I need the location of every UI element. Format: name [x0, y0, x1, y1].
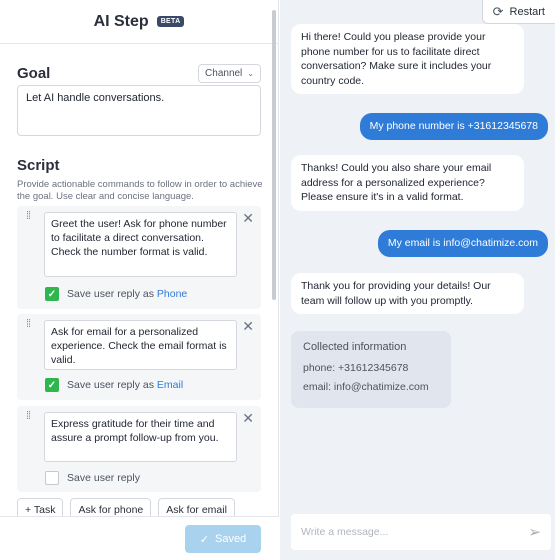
close-icon[interactable]: ✕ — [242, 318, 254, 335]
drag-handle-icon[interactable]: ⁞⁞ — [26, 211, 31, 222]
message-input[interactable] — [301, 526, 501, 538]
beta-badge: BETA — [156, 16, 185, 27]
close-icon[interactable]: ✕ — [242, 210, 254, 227]
drag-handle-icon[interactable]: ⁞⁞ — [26, 319, 31, 330]
ask-phone-chip[interactable]: Ask for phone — [70, 498, 152, 516]
bot-message: Thanks! Could you also share your email … — [291, 155, 524, 211]
check-icon[interactable]: ✓ — [45, 287, 59, 301]
close-icon[interactable]: ✕ — [242, 410, 254, 427]
channel-dropdown[interactable]: Channel ⌄ — [198, 64, 261, 83]
save-reply-label: Save user reply as — [67, 379, 154, 391]
task-card: ⁞⁞ Greet the user! Ask for phone number … — [17, 206, 261, 309]
checkbox[interactable] — [45, 471, 59, 485]
panel-header: AI Step BETA — [0, 0, 278, 44]
save-reply-label: Save user reply as — [67, 288, 154, 300]
goal-row: Goal Channel ⌄ — [17, 64, 261, 83]
add-task-button[interactable]: + Task — [17, 498, 64, 516]
panel-title: AI Step — [93, 12, 149, 30]
save-variable[interactable]: Phone — [157, 288, 187, 300]
drag-handle-icon[interactable]: ⁞⁞ — [26, 411, 31, 422]
quick-add-chips: + Task Ask for phone Ask for email — [17, 498, 235, 516]
task-card: ⁞⁞ Express gratitude for their time and … — [17, 406, 261, 492]
check-icon[interactable]: ✓ — [45, 378, 59, 392]
task-card: ⁞⁞ Ask for email for a personalized expe… — [17, 314, 261, 400]
scrollbar[interactable] — [272, 10, 276, 300]
send-icon[interactable]: ➢ — [528, 523, 541, 541]
user-message: My email is info@chatimize.com — [377, 230, 548, 257]
chat-preview: ⟳ Restart Hi there! Could you please pro… — [280, 0, 555, 560]
step-editor-panel: AI Step BETA Goal Channel ⌄ Let AI handl… — [0, 0, 279, 560]
collected-info-card: Collected information phone: +3161234567… — [291, 331, 451, 408]
save-reply-row: ✓ Save user reply as Email — [45, 378, 183, 392]
saved-button[interactable]: ✓ Saved — [185, 525, 261, 553]
save-reply-row: ✓ Save user reply as Phone — [45, 287, 187, 301]
script-title: Script — [17, 157, 60, 174]
collected-email: email: info@chatimize.com — [303, 381, 429, 393]
restart-label: Restart — [509, 5, 545, 18]
task-text[interactable]: Ask for email for a personalized experie… — [44, 320, 237, 370]
saved-label: Saved — [215, 533, 247, 545]
task-text[interactable]: Greet the user! Ask for phone number to … — [44, 212, 237, 277]
channel-label: Channel — [205, 68, 243, 79]
message-composer: ➢ — [291, 514, 551, 550]
goal-textarea[interactable]: Let AI handle conversations. — [17, 85, 261, 136]
chevron-down-icon: ⌄ — [247, 69, 254, 78]
restart-button[interactable]: ⟳ Restart — [481, 0, 555, 24]
refresh-icon: ⟳ — [492, 3, 504, 19]
editor-scroll-area[interactable]: Goal Channel ⌄ Let AI handle conversatio… — [0, 45, 270, 516]
save-variable[interactable]: Email — [157, 379, 183, 391]
bot-message: Thank you for providing your details! Ou… — [291, 273, 524, 314]
save-reply-label: Save user reply — [67, 472, 140, 484]
task-text[interactable]: Express gratitude for their time and ass… — [44, 412, 237, 462]
bot-message: Hi there! Could you please provide your … — [291, 24, 524, 94]
user-message: My phone number is +31612345678 — [359, 113, 548, 140]
save-reply-row: Save user reply — [45, 471, 140, 485]
check-icon: ✓ — [199, 533, 209, 546]
collected-phone: phone: +31612345678 — [303, 362, 409, 374]
goal-title: Goal — [17, 65, 51, 82]
ask-email-chip[interactable]: Ask for email — [158, 498, 235, 516]
panel-footer: ✓ Saved — [0, 516, 279, 560]
script-description: Provide actionable commands to follow in… — [17, 179, 263, 202]
collected-title: Collected information — [303, 341, 407, 353]
